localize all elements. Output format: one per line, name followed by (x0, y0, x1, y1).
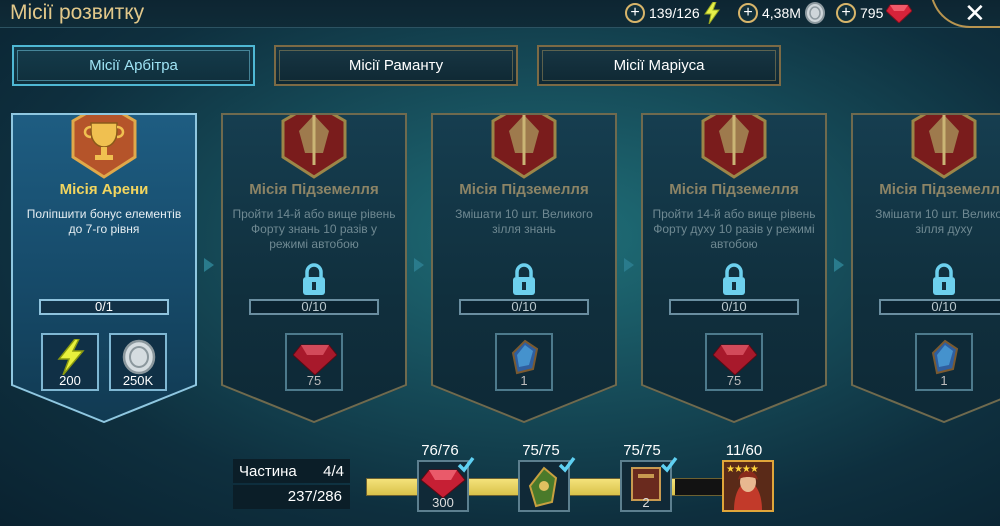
mission-card-dungeon-4[interactable]: Місія Підземелля Змішати 10 шт. Великого… (851, 113, 1000, 423)
next-arrow-icon (834, 258, 844, 272)
mission-progress: 0/10 (459, 299, 589, 315)
reward-value: 75 (726, 373, 742, 388)
chapter-indicator: Частина 4/4 (233, 459, 350, 483)
close-button[interactable]: ✕ (964, 0, 986, 29)
mission-title: Місія Підземелля (669, 181, 799, 198)
next-arrow-icon (624, 258, 634, 272)
mission-progress: 0/10 (249, 299, 379, 315)
page-title: Місії розвитку (10, 1, 145, 24)
tab-frame (17, 50, 250, 81)
tab-arbiter-missions[interactable]: Місії Арбітра (12, 45, 255, 86)
milestone-reward-book[interactable]: 2 (620, 456, 678, 512)
reward-potion[interactable]: 1 (495, 333, 553, 391)
tab-frame (542, 50, 776, 81)
ruby-icon (713, 344, 757, 375)
mission-title: Місія Арени (59, 181, 149, 198)
mission-card-arena[interactable]: Місія Арени Поліпшити бонус елементів до… (11, 113, 197, 423)
mission-progress: 0/10 (669, 299, 799, 315)
mission-description: Змішати 10 шт. Великого зілля духу (875, 207, 1000, 236)
milestone-value: 2 (642, 495, 650, 510)
lock-icon (303, 263, 325, 295)
checkmark-icon (457, 456, 475, 473)
reward-value: 250K (122, 373, 154, 388)
mission-description: Пройти 14-й або вище рівень Форту духу 1… (652, 207, 816, 251)
next-arrow-icon (204, 258, 214, 272)
milestone-reward-ruby[interactable]: 300 (417, 456, 475, 512)
dungeon-emblem-icon (281, 113, 347, 179)
silver-value: 4,38M (762, 5, 801, 21)
reward-value: 200 (59, 373, 81, 388)
tab-ramantu-missions[interactable]: Місії Раманту (274, 45, 518, 86)
milestone-reward-artifact[interactable] (518, 456, 576, 512)
add-ruby-button[interactable]: + (836, 3, 856, 23)
dungeon-emblem-icon (701, 113, 767, 179)
reward-value: 75 (306, 373, 322, 388)
lock-icon (933, 263, 955, 295)
dungeon-emblem-icon (911, 113, 977, 179)
mission-title: Місія Підземелля (459, 181, 589, 198)
mission-card-dungeon-1[interactable]: Місія Підземелля Пройти 14-й або вище рі… (221, 113, 407, 423)
energy-icon (57, 339, 85, 375)
reward-silver[interactable]: 250K (109, 333, 167, 391)
reward-value: 1 (520, 373, 528, 388)
mission-description: Пройти 14-й або вище рівень Форту знань … (232, 207, 396, 251)
mission-description: Змішати 10 шт. Великого зілля знань (455, 207, 593, 236)
lightning-icon (703, 2, 720, 24)
silver-resource: + 4,38M (738, 2, 826, 24)
ruby-icon (886, 4, 913, 23)
tab-frame (279, 50, 513, 81)
chapter-value: 4/4 (323, 462, 344, 480)
reward-energy[interactable]: 200 (41, 333, 99, 391)
mission-progress: 0/1 (39, 299, 169, 315)
reward-value: 1 (940, 373, 948, 388)
potion-icon (931, 339, 959, 375)
add-energy-button[interactable]: + (625, 3, 645, 23)
mission-title: Місія Підземелля (879, 181, 1000, 198)
lock-icon (513, 263, 535, 295)
potion-icon (511, 339, 539, 375)
ruby-resource: + 795 (836, 2, 913, 24)
top-bar: Місії розвитку + 139/126 + 4,38M + 795 ✕ (0, 0, 1000, 28)
dungeon-emblem-icon (491, 113, 557, 179)
next-arrow-icon (414, 258, 424, 272)
silver-coin-icon (804, 2, 825, 24)
checkmark-icon (660, 456, 678, 473)
rarity-stars: ★★★★ (726, 464, 759, 475)
reward-ruby[interactable]: 75 (285, 333, 343, 391)
mission-progress: 0/10 (879, 299, 1000, 315)
energy-value: 139/126 (649, 5, 700, 21)
lock-icon (723, 263, 745, 295)
mission-card-dungeon-3[interactable]: Місія Підземелля Пройти 14-й або вище рі… (641, 113, 827, 423)
checkmark-icon (558, 456, 576, 473)
energy-resource: + 139/126 (625, 2, 721, 24)
add-silver-button[interactable]: + (738, 3, 758, 23)
milestone-value: 300 (432, 495, 454, 510)
tab-marius-missions[interactable]: Місії Маріуса (537, 45, 781, 86)
reward-potion[interactable]: 1 (915, 333, 973, 391)
mission-card-dungeon-2[interactable]: Місія Підземелля Змішати 10 шт. Великого… (431, 113, 617, 423)
milestone-count: 11/60 (725, 442, 763, 459)
chapter-label: Частина (239, 462, 297, 480)
ruby-value: 795 (860, 5, 884, 21)
reward-ruby[interactable]: 75 (705, 333, 763, 391)
mission-description: Поліпшити бонус елементів до 7-го рівня (26, 207, 182, 236)
trophy-emblem-icon (71, 113, 137, 179)
milestone-reward-champion[interactable]: ★★★★ (722, 460, 774, 512)
mission-title: Місія Підземелля (249, 181, 379, 198)
points-counter: 237/286 (233, 485, 350, 509)
ruby-icon (293, 344, 337, 375)
silver-coin-icon (122, 339, 156, 375)
